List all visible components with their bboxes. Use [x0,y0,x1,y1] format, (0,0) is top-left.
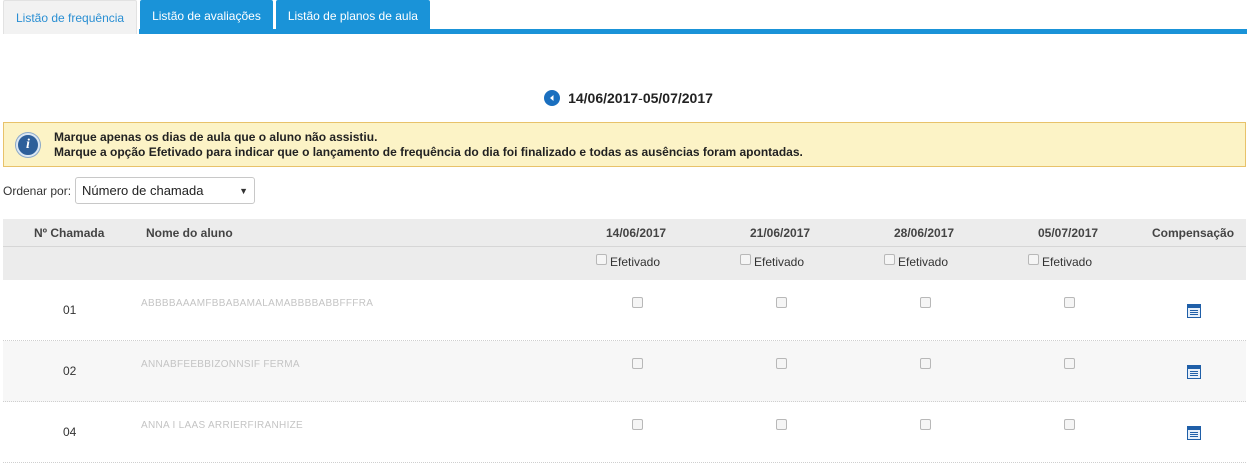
table-row: 04 ANNA I LAAS ARRIERFIRANHIZE [3,402,1246,463]
info-line-1: Marque apenas os dias de aula que o alun… [54,129,378,144]
info-line-2: Marque a opção Efetivado para indicar qu… [54,144,803,159]
absence-checkbox[interactable] [920,358,931,369]
absence-checkbox[interactable] [920,297,931,308]
absence-checkbox[interactable] [632,358,643,369]
period-end: 05/07/2017 [642,90,713,106]
info-alert: i Marque apenas os dias de aula que o al… [3,122,1246,167]
efetivado-row: Efetivado Efetivado Efetivado Efetivado [3,247,1246,280]
tab-avaliacoes[interactable]: Listão de avaliações [140,0,273,31]
absence-checkbox[interactable] [632,297,643,308]
efetivado-checkbox-4[interactable] [1028,253,1039,265]
order-by-select[interactable]: Número de chamada ▼ [75,177,256,204]
absence-checkbox[interactable] [776,419,787,430]
attendance-table: Nº Chamada Nome do aluno 14/06/2017 21/0… [3,219,1246,463]
efetivado-label: Efetivado [898,255,949,269]
efetivado-label: Efetivado [754,255,805,269]
tab-planos-de-aula[interactable]: Listão de planos de aula [275,0,430,31]
order-by-label: Ordenar por: [3,183,72,198]
absence-checkbox[interactable] [632,419,643,430]
student-number: 04 [63,425,77,439]
table-header: Nº Chamada Nome do aluno 14/06/2017 21/0… [3,219,1246,247]
efetivado-checkbox-1[interactable] [596,253,607,265]
header-date-1: 14/06/2017 [606,226,667,240]
order-by: Ordenar por: Número de chamada ▼ [3,177,256,204]
previous-period-button[interactable] [544,90,561,106]
absence-checkbox[interactable] [1064,297,1075,308]
absence-checkbox[interactable] [1064,419,1075,430]
period-navigator: 14/06/2017 - 05/07/2017 [0,90,1257,106]
header-compensation: Compensação [1152,226,1235,240]
absence-checkbox[interactable] [776,358,787,369]
compensation-icon[interactable] [1187,426,1201,440]
efetivado-checkbox-3[interactable] [884,253,895,265]
order-by-selected: Número de chamada [82,183,204,198]
tab-underline [139,29,1247,34]
absence-checkbox[interactable] [776,297,787,308]
caret-down-icon: ▼ [239,185,249,196]
efetivado-label: Efetivado [1042,255,1093,269]
student-name: ANNABFEEBBIZONNSIF FERMA [141,359,300,370]
period-start: 14/06/2017 [568,90,639,106]
info-icon: i [16,132,40,157]
header-number: Nº Chamada [34,226,105,240]
header-date-2: 21/06/2017 [750,226,811,240]
header-date-3: 28/06/2017 [894,226,955,240]
header-date-4: 05/07/2017 [1038,226,1099,240]
header-name: Nome do aluno [146,226,233,240]
student-name: ABBBBAAAMFBBABAMALAMABBBBABBFFFRA [141,298,374,309]
efetivado-checkbox-2[interactable] [740,253,751,265]
student-number: 01 [63,303,77,317]
efetivado-label: Efetivado [610,255,661,269]
compensation-icon[interactable] [1187,365,1201,379]
absence-checkbox[interactable] [1064,358,1075,369]
tab-frequencia[interactable]: Listão de frequência [3,0,138,34]
compensation-icon[interactable] [1187,304,1201,318]
table-row: 01 ABBBBAAAMFBBABAMALAMABBBBABBFFFRA [3,280,1246,341]
student-name: ANNA I LAAS ARRIERFIRANHIZE [141,420,304,431]
table-row: 02 ANNABFEEBBIZONNSIF FERMA [3,341,1246,402]
chevron-left-icon [550,95,554,101]
absence-checkbox[interactable] [920,419,931,430]
student-number: 02 [63,364,77,378]
